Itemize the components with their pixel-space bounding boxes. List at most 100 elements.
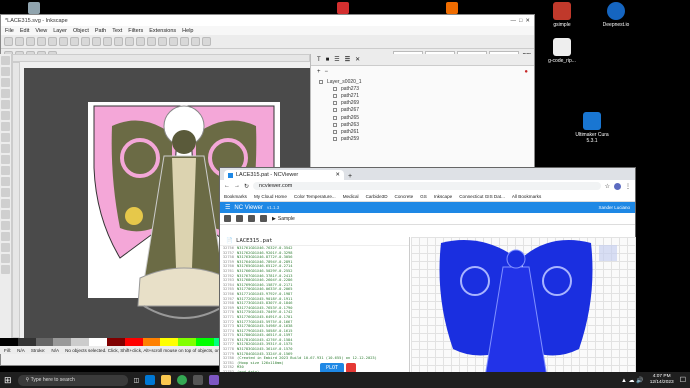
group-icon[interactable] — [136, 37, 145, 46]
remove-layer-icon[interactable]: − — [325, 69, 329, 75]
record-icon[interactable]: ● — [524, 69, 528, 75]
reload-icon[interactable]: ↻ — [244, 183, 249, 190]
desktop-icon-deepnest[interactable]: Deepnest.io — [598, 2, 634, 28]
import-icon[interactable] — [48, 37, 57, 46]
layers-tab[interactable]: ☰ — [345, 56, 350, 63]
visibility-icon[interactable] — [333, 86, 337, 91]
align-icon[interactable] — [125, 37, 134, 46]
close-icon[interactable]: ✕ — [525, 18, 530, 24]
bookmark-item[interactable]: My Cloud Home — [254, 194, 287, 199]
tray-icons[interactable]: ▲ ☁ 🔊 — [621, 377, 644, 384]
save-icon[interactable] — [26, 37, 35, 46]
new-icon[interactable] — [4, 37, 13, 46]
star-icon[interactable]: ☆ — [605, 183, 610, 190]
export-icon[interactable] — [59, 37, 68, 46]
fill-stroke-tab-icon[interactable]: ■ — [326, 57, 330, 63]
dropper-tool-icon[interactable] — [1, 188, 10, 197]
menu-edit[interactable]: Edit — [20, 28, 29, 34]
menu-path[interactable]: Path — [95, 28, 106, 34]
object-row[interactable]: path267 — [311, 107, 534, 114]
menu-view[interactable]: View — [35, 28, 47, 34]
pen-tool-icon[interactable] — [1, 122, 10, 131]
visibility-icon[interactable] — [333, 93, 337, 98]
tweak-tool-icon[interactable] — [1, 210, 10, 219]
visibility-icon[interactable] — [333, 122, 337, 127]
minimize-icon[interactable]: — — [510, 18, 519, 24]
menu-help[interactable]: Help — [182, 28, 193, 34]
paste-icon[interactable] — [103, 37, 112, 46]
object-row[interactable]: path261 — [311, 128, 534, 135]
menu-text[interactable]: Text — [112, 28, 122, 34]
horizontal-ruler[interactable] — [12, 54, 310, 62]
node-tool-icon[interactable] — [1, 67, 10, 76]
bookmark-item[interactable]: Concrete — [395, 194, 414, 199]
menu-layer[interactable]: Layer — [53, 28, 67, 34]
copy-icon[interactable] — [92, 37, 101, 46]
app-icon-blue[interactable] — [28, 2, 40, 14]
menu-extensions[interactable]: Extensions — [149, 28, 176, 34]
object-row[interactable]: path259 — [311, 136, 534, 143]
visibility-icon[interactable] — [333, 115, 337, 120]
hamburger-icon[interactable]: ☰ — [225, 204, 230, 211]
chrome-tab[interactable]: LACE315.pat - NCViewer ✕ — [224, 170, 344, 180]
eraser-tool-icon[interactable] — [1, 232, 10, 241]
app-icon-orange[interactable] — [446, 2, 458, 14]
preferences-icon[interactable] — [202, 37, 211, 46]
visibility-icon[interactable] — [333, 101, 337, 106]
desktop-icon-gsimple[interactable]: gsimple — [544, 2, 580, 28]
calligraphy-tool-icon[interactable] — [1, 144, 10, 153]
download-icon[interactable] — [260, 215, 267, 222]
fill-stroke-icon[interactable] — [158, 37, 167, 46]
app-icon-red[interactable] — [337, 2, 349, 14]
redo-icon[interactable] — [81, 37, 90, 46]
print-icon[interactable] — [37, 37, 46, 46]
visibility-icon[interactable] — [333, 129, 337, 134]
ungroup-icon[interactable] — [147, 37, 156, 46]
windows-start-icon[interactable]: ⊞ — [4, 375, 12, 386]
object-row[interactable]: path263 — [311, 121, 534, 128]
sample-button[interactable]: ▶ Sample — [272, 216, 295, 222]
bookmark-item[interactable]: Bookmarks — [224, 194, 247, 199]
user-name[interactable]: Xander Luciano — [598, 205, 630, 210]
pencil-tool-icon[interactable] — [1, 133, 10, 142]
close-panel-icon[interactable]: ✕ — [355, 56, 360, 63]
menu-file[interactable]: File — [5, 28, 14, 34]
object-row[interactable]: path273 — [311, 85, 534, 92]
task-view-icon[interactable]: ◫ — [134, 377, 140, 384]
chrome-icon[interactable] — [177, 375, 188, 385]
spray-tool-icon[interactable] — [1, 221, 10, 230]
cloud-icon[interactable] — [236, 215, 243, 222]
bookmark-item[interactable]: Connecticut GIS Dat... — [459, 194, 505, 199]
new-tab-icon[interactable]: + — [348, 173, 352, 180]
notifications-icon[interactable]: ☐ — [680, 376, 686, 384]
undo-icon[interactable] — [70, 37, 79, 46]
selector-tool-icon[interactable] — [1, 56, 10, 65]
vertical-ruler[interactable] — [12, 62, 20, 338]
toolpath-viewer[interactable] — [411, 237, 636, 378]
bookmark-item[interactable]: Carbide3D — [366, 194, 388, 199]
menu-icon[interactable]: ⋮ — [625, 183, 631, 190]
bookmark-item[interactable]: Inkscape — [434, 194, 452, 199]
open-icon[interactable] — [15, 37, 24, 46]
object-row[interactable]: path265 — [311, 114, 534, 121]
paint-bucket-tool-icon[interactable] — [1, 199, 10, 208]
save-icon[interactable] — [248, 215, 255, 222]
visibility-icon[interactable] — [319, 79, 323, 84]
measure-tool-icon[interactable] — [1, 265, 10, 274]
back-icon[interactable]: ← — [224, 183, 230, 189]
spiral-tool-icon[interactable] — [1, 111, 10, 120]
forward-icon[interactable]: → — [234, 183, 240, 189]
folder-icon[interactable] — [224, 215, 231, 222]
gradient-tool-icon[interactable] — [1, 166, 10, 175]
layers-icon[interactable] — [191, 37, 200, 46]
ellipse-tool-icon[interactable] — [1, 89, 10, 98]
zoom-icon[interactable] — [114, 37, 123, 46]
profile-icon[interactable] — [614, 182, 621, 190]
t-icon[interactable]: T — [317, 57, 321, 63]
rectangle-tool-icon[interactable] — [1, 78, 10, 87]
taskbar-search-input[interactable]: ⚲ Type here to search — [17, 374, 128, 386]
url-input[interactable]: ncviewer.com — [253, 182, 601, 190]
desktop-icon-cura[interactable]: Ultimaker Cura 5.3.1 — [574, 112, 610, 144]
file-explorer-icon[interactable] — [161, 375, 172, 385]
inkscape-taskbar-icon[interactable] — [193, 375, 204, 385]
